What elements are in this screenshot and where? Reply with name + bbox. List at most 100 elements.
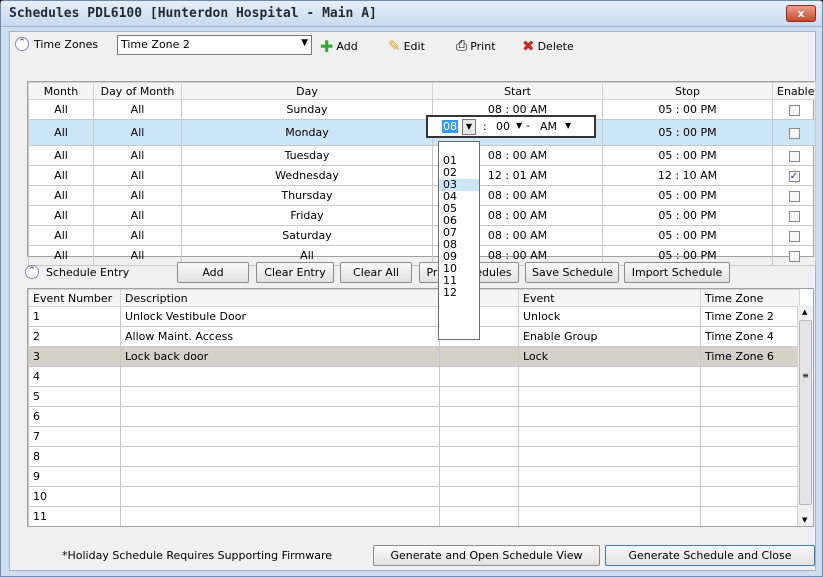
- cell-time-zone[interactable]: Time Zone 2: [700, 306, 800, 327]
- cell-time-zone[interactable]: [700, 406, 800, 427]
- cell-enable[interactable]: [772, 225, 816, 246]
- cell-event-number[interactable]: 12: [29, 527, 121, 528]
- hour-field[interactable]: 08: [442, 120, 458, 133]
- cell-time-zone[interactable]: [701, 527, 800, 528]
- cell-day-of-month[interactable]: All: [93, 119, 182, 146]
- save-schedule-button[interactable]: Save Schedule: [525, 262, 619, 283]
- cell-day[interactable]: Friday: [181, 205, 433, 226]
- col-description[interactable]: Description: [120, 289, 440, 307]
- cell-enable[interactable]: [772, 99, 816, 120]
- cell-day-of-month[interactable]: All: [93, 205, 182, 226]
- cell-event[interactable]: [518, 386, 701, 407]
- scroll-down-arrow-icon[interactable]: ▼: [802, 516, 807, 524]
- scroll-up-arrow-icon[interactable]: ▲: [802, 308, 807, 316]
- cell-event-number[interactable]: 3: [28, 346, 121, 367]
- table-row[interactable]: All All Friday 08 : 00 AM 05 : 00 PM: [28, 205, 816, 226]
- cell-enable[interactable]: [772, 145, 816, 166]
- cell-event[interactable]: [518, 426, 701, 447]
- table-row[interactable]: 7: [28, 426, 800, 447]
- cell-group[interactable]: [439, 426, 519, 447]
- cell-day[interactable]: Saturday: [181, 225, 433, 246]
- col-day-of-month[interactable]: Day of Month: [93, 82, 182, 100]
- cell-event-number[interactable]: 10: [28, 486, 121, 507]
- cell-description[interactable]: Allow Maint. Access: [120, 326, 440, 347]
- cell-event[interactable]: Unlock: [518, 306, 701, 327]
- cell-day[interactable]: Sunday: [181, 99, 433, 120]
- cell-description[interactable]: [120, 386, 440, 407]
- cell-group[interactable]: [439, 446, 519, 467]
- cell-stop[interactable]: 05 : 00 PM: [602, 205, 773, 226]
- cell-stop[interactable]: 05 : 00 PM: [602, 99, 773, 120]
- cell-enable[interactable]: [772, 185, 816, 206]
- cell-day-of-month[interactable]: All: [93, 185, 182, 206]
- cell-time-zone[interactable]: [700, 386, 800, 407]
- enable-checkbox[interactable]: [788, 127, 800, 139]
- table-row[interactable]: All All Thursday 08 : 00 AM 05 : 00 PM: [28, 185, 816, 206]
- cell-time-zone[interactable]: [700, 486, 800, 507]
- cell-month[interactable]: All: [28, 245, 94, 266]
- cell-group[interactable]: [439, 486, 519, 507]
- cell-time-zone[interactable]: Time Zone 4: [700, 326, 800, 347]
- cell-month[interactable]: All: [28, 225, 94, 246]
- minute-dropdown-icon[interactable]: ▼: [516, 121, 522, 130]
- clear-entry-button[interactable]: Clear Entry: [256, 262, 334, 283]
- cell-group[interactable]: [439, 406, 519, 427]
- hour-dropdown-icon[interactable]: ▼: [462, 119, 476, 135]
- cell-description[interactable]: [120, 486, 440, 507]
- cell-event[interactable]: [518, 366, 701, 387]
- generate-open-button[interactable]: Generate and Open Schedule View: [373, 545, 600, 566]
- cell-group[interactable]: [439, 386, 519, 407]
- cell-month[interactable]: All: [28, 165, 94, 186]
- table-row[interactable]: All All Wednesday 12 : 01 AM 12 : 10 AM …: [28, 165, 816, 186]
- cell-description[interactable]: [120, 366, 440, 387]
- cell-time-zone[interactable]: [700, 446, 800, 467]
- table-row[interactable]: All All Tuesday 08 : 00 AM 05 : 00 PM: [28, 145, 816, 166]
- minute-field[interactable]: 00: [496, 120, 510, 133]
- cell-event-number[interactable]: 5: [28, 386, 121, 407]
- cell-event-number[interactable]: 6: [28, 406, 121, 427]
- cell-description[interactable]: [120, 506, 440, 526]
- enable-checkbox[interactable]: [788, 230, 800, 242]
- table-row[interactable]: 3 Lock back door Lock Time Zone 6: [28, 346, 800, 367]
- col-day[interactable]: Day: [181, 82, 433, 100]
- cell-stop[interactable]: 05 : 00 PM: [602, 119, 773, 146]
- cell-event[interactable]: Enable Group: [518, 326, 701, 347]
- delete-button[interactable]: ✖ Delete: [522, 36, 574, 56]
- cell-description[interactable]: [120, 466, 440, 487]
- cell-day-of-month[interactable]: All: [93, 245, 182, 266]
- table-row[interactable]: 5: [28, 386, 800, 407]
- table-row[interactable]: 9: [28, 466, 800, 487]
- col-event[interactable]: Event: [518, 289, 701, 307]
- cell-stop[interactable]: 05 : 00 PM: [602, 185, 773, 206]
- cell-day[interactable]: Tuesday: [181, 145, 433, 166]
- cell-time-zone[interactable]: Time Zone 6: [700, 346, 800, 367]
- cell-time-zone[interactable]: [700, 466, 800, 487]
- cell-description[interactable]: [120, 406, 440, 427]
- cell-month[interactable]: All: [28, 205, 94, 226]
- scroll-thumb[interactable]: ≡: [799, 320, 812, 505]
- import-schedule-button[interactable]: Import Schedule: [624, 262, 730, 283]
- enable-checkbox[interactable]: [788, 210, 800, 222]
- cell-event-number[interactable]: 11: [28, 506, 121, 526]
- print-button[interactable]: ⎙ Print: [456, 36, 496, 56]
- cell-description[interactable]: [120, 446, 440, 467]
- cell-time-zone[interactable]: [700, 426, 800, 447]
- cell-day-of-month[interactable]: All: [93, 145, 182, 166]
- edit-button[interactable]: ✎ Edit: [388, 36, 425, 56]
- ampm-dropdown-icon[interactable]: ▼: [565, 121, 571, 130]
- cell-month[interactable]: All: [28, 145, 94, 166]
- table-row[interactable]: 12: [29, 527, 800, 528]
- col-start[interactable]: Start: [432, 82, 603, 100]
- cell-group[interactable]: [439, 506, 519, 526]
- col-time-zone[interactable]: Time Zone: [700, 289, 800, 307]
- cell-group[interactable]: [439, 366, 519, 387]
- cell-stop[interactable]: 05 : 00 PM: [602, 225, 773, 246]
- cell-event-number[interactable]: 4: [28, 366, 121, 387]
- enable-checkbox[interactable]: [788, 250, 800, 262]
- enable-checkbox[interactable]: [788, 190, 800, 202]
- cell-enable[interactable]: [772, 205, 816, 226]
- cell-event[interactable]: [518, 506, 701, 526]
- cell-description[interactable]: [121, 527, 440, 528]
- enable-checkbox-checked[interactable]: ✓: [788, 170, 800, 182]
- ampm-field[interactable]: AM: [540, 120, 557, 133]
